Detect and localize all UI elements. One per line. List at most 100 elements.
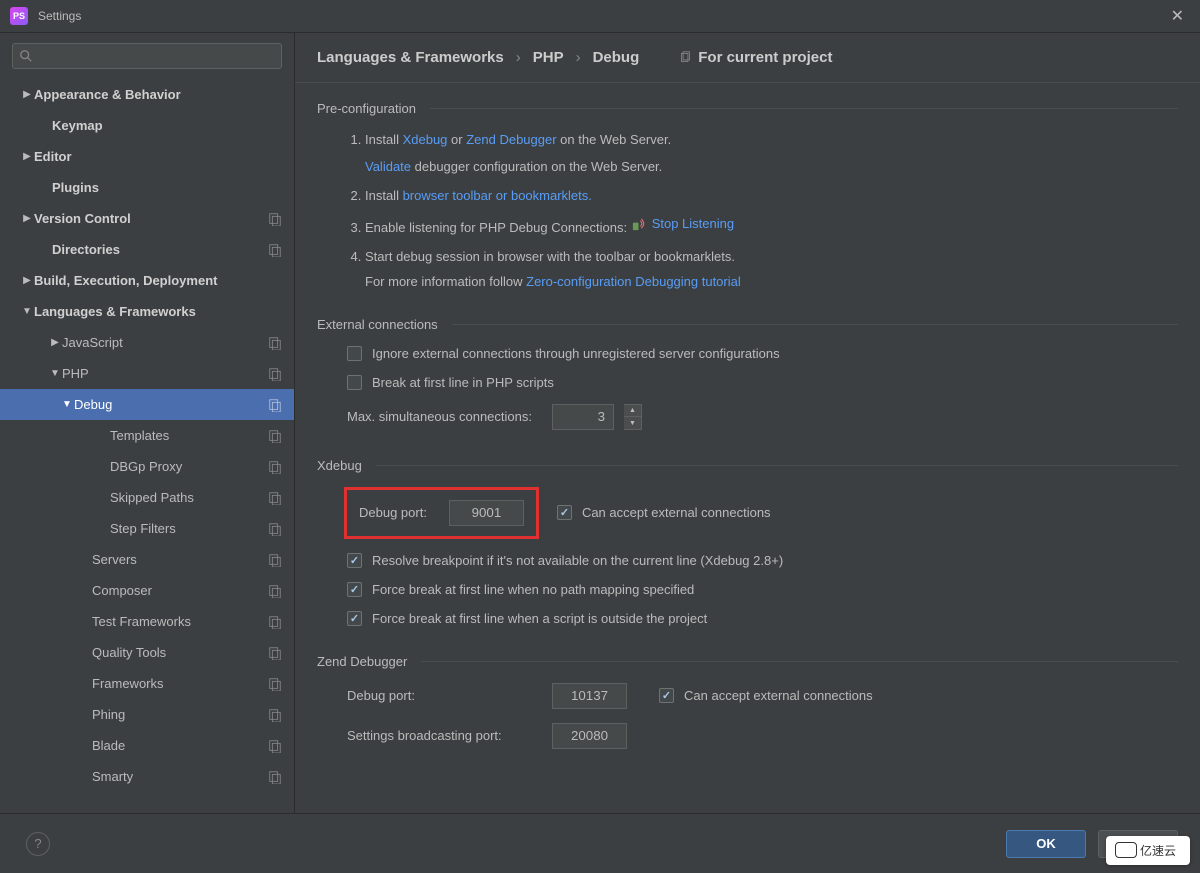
tree-item-composer[interactable]: Composer (0, 575, 294, 606)
chevron-icon: ▶ (20, 89, 34, 100)
section-title: External connections (317, 317, 438, 332)
tree-item-frameworks[interactable]: Frameworks (0, 668, 294, 699)
checkbox-label: Force break at first line when a script … (372, 611, 707, 626)
zend-accept-external-checkbox[interactable] (659, 688, 674, 703)
spinner-buttons[interactable]: ▲▼ (624, 404, 642, 430)
tutorial-link[interactable]: Zero-configuration Debugging tutorial (526, 274, 741, 289)
close-button[interactable]: ✕ (1165, 4, 1190, 28)
tree-item-blade[interactable]: Blade (0, 730, 294, 761)
zend-link[interactable]: Zend Debugger (466, 132, 556, 147)
copy-icon (679, 51, 692, 64)
tree-item-label: PHP (62, 366, 268, 381)
tree-item-label: Version Control (34, 211, 268, 226)
search-input[interactable] (12, 43, 282, 69)
ignore-external-checkbox[interactable] (347, 346, 362, 361)
chevron-icon: ▼ (48, 368, 62, 379)
project-badge-icon (268, 615, 282, 629)
tree-item-dbgp-proxy[interactable]: DBGp Proxy (0, 451, 294, 482)
tree-item-javascript[interactable]: ▶JavaScript (0, 327, 294, 358)
xdebug-port-input[interactable] (449, 500, 524, 526)
tree-item-step-filters[interactable]: Step Filters (0, 513, 294, 544)
section-title: Xdebug (317, 458, 362, 473)
tree-item-version-control[interactable]: ▶Version Control (0, 203, 294, 234)
ok-button[interactable]: OK (1006, 830, 1086, 858)
section-title: Zend Debugger (317, 654, 407, 669)
xdebug-port-highlight: Debug port: (344, 487, 539, 539)
xdebug-accept-external-checkbox[interactable] (557, 505, 572, 520)
force-break-nopath-checkbox[interactable] (347, 582, 362, 597)
project-badge-icon (268, 739, 282, 753)
tree-item-php[interactable]: ▼PHP (0, 358, 294, 389)
tree-item-label: Composer (92, 583, 268, 598)
tree-item-label: Servers (92, 552, 268, 567)
tree-item-build-execution-deployment[interactable]: ▶Build, Execution, Deployment (0, 265, 294, 296)
checkbox-label: Ignore external connections through unre… (372, 346, 780, 361)
sidebar: ▶Appearance & BehaviorKeymap▶EditorPlugi… (0, 33, 295, 813)
project-badge-icon (268, 646, 282, 660)
project-badge-icon (268, 553, 282, 567)
app-icon: PS (10, 7, 28, 25)
help-button[interactable]: ? (26, 832, 50, 856)
tree-item-editor[interactable]: ▶Editor (0, 141, 294, 172)
watermark: 亿速云 (1106, 836, 1190, 865)
checkbox-label: Break at first line in PHP scripts (372, 375, 554, 390)
project-badge-icon (268, 398, 282, 412)
tree-item-skipped-paths[interactable]: Skipped Paths (0, 482, 294, 513)
tree-item-label: JavaScript (62, 335, 268, 350)
tree-item-test-frameworks[interactable]: Test Frameworks (0, 606, 294, 637)
tree-item-label: Blade (92, 738, 268, 753)
chevron-icon: ▼ (60, 399, 74, 410)
tree-item-templates[interactable]: Templates (0, 420, 294, 451)
toolbar-link[interactable]: browser toolbar or bookmarklets. (403, 188, 592, 203)
project-badge-icon (268, 584, 282, 598)
broadcast-port-input[interactable] (552, 723, 627, 749)
search-icon (19, 49, 33, 63)
tree-item-directories[interactable]: Directories (0, 234, 294, 265)
tree-item-plugins[interactable]: Plugins (0, 172, 294, 203)
break-first-line-checkbox[interactable] (347, 375, 362, 390)
xdebug-port-label: Debug port: (359, 505, 427, 520)
validate-link[interactable]: Validate (365, 159, 411, 174)
tree-item-label: Debug (74, 397, 268, 412)
zend-port-input[interactable] (552, 683, 627, 709)
tree-item-label: Templates (110, 428, 268, 443)
project-badge-icon (268, 367, 282, 381)
project-badge-icon (268, 336, 282, 350)
tree-item-keymap[interactable]: Keymap (0, 110, 294, 141)
section-title: Pre-configuration (317, 101, 416, 116)
tree-item-label: Directories (52, 242, 268, 257)
tree-item-appearance-behavior[interactable]: ▶Appearance & Behavior (0, 79, 294, 110)
breadcrumb-part[interactable]: PHP (533, 49, 564, 66)
checkbox-label: Force break at first line when no path m… (372, 582, 694, 597)
tree-item-debug[interactable]: ▼Debug (0, 389, 294, 420)
tree-item-label: Keymap (52, 118, 282, 133)
project-badge-icon (268, 770, 282, 784)
window-title: Settings (38, 9, 1165, 23)
checkbox-label: Can accept external connections (582, 505, 771, 520)
tree-item-label: Appearance & Behavior (34, 87, 282, 102)
project-badge-icon (268, 491, 282, 505)
tree-item-label: Editor (34, 149, 282, 164)
tree-item-smarty[interactable]: Smarty (0, 761, 294, 792)
dialog-footer: ? OK Cancel (0, 813, 1200, 873)
breadcrumb-part: Debug (593, 49, 640, 66)
scope-indicator: For current project (679, 49, 832, 66)
breadcrumb-part[interactable]: Languages & Frameworks (317, 49, 504, 66)
force-break-outside-checkbox[interactable] (347, 611, 362, 626)
tree-item-quality-tools[interactable]: Quality Tools (0, 637, 294, 668)
tree-item-languages-frameworks[interactable]: ▼Languages & Frameworks (0, 296, 294, 327)
max-conn-input[interactable] (552, 404, 614, 430)
chevron-icon: ▼ (20, 306, 34, 317)
chevron-icon: ▶ (20, 275, 34, 286)
xdebug-link[interactable]: Xdebug (403, 132, 448, 147)
tree-item-label: Skipped Paths (110, 490, 268, 505)
project-badge-icon (268, 429, 282, 443)
breadcrumb: Languages & Frameworks › PHP › Debug For… (295, 33, 1200, 83)
settings-tree: ▶Appearance & BehaviorKeymap▶EditorPlugi… (0, 79, 294, 813)
stop-listening-link[interactable]: Stop Listening (652, 214, 734, 235)
max-conn-label: Max. simultaneous connections: (347, 409, 532, 424)
tree-item-phing[interactable]: Phing (0, 699, 294, 730)
tree-item-label: DBGp Proxy (110, 459, 268, 474)
resolve-breakpoint-checkbox[interactable] (347, 553, 362, 568)
tree-item-servers[interactable]: Servers (0, 544, 294, 575)
